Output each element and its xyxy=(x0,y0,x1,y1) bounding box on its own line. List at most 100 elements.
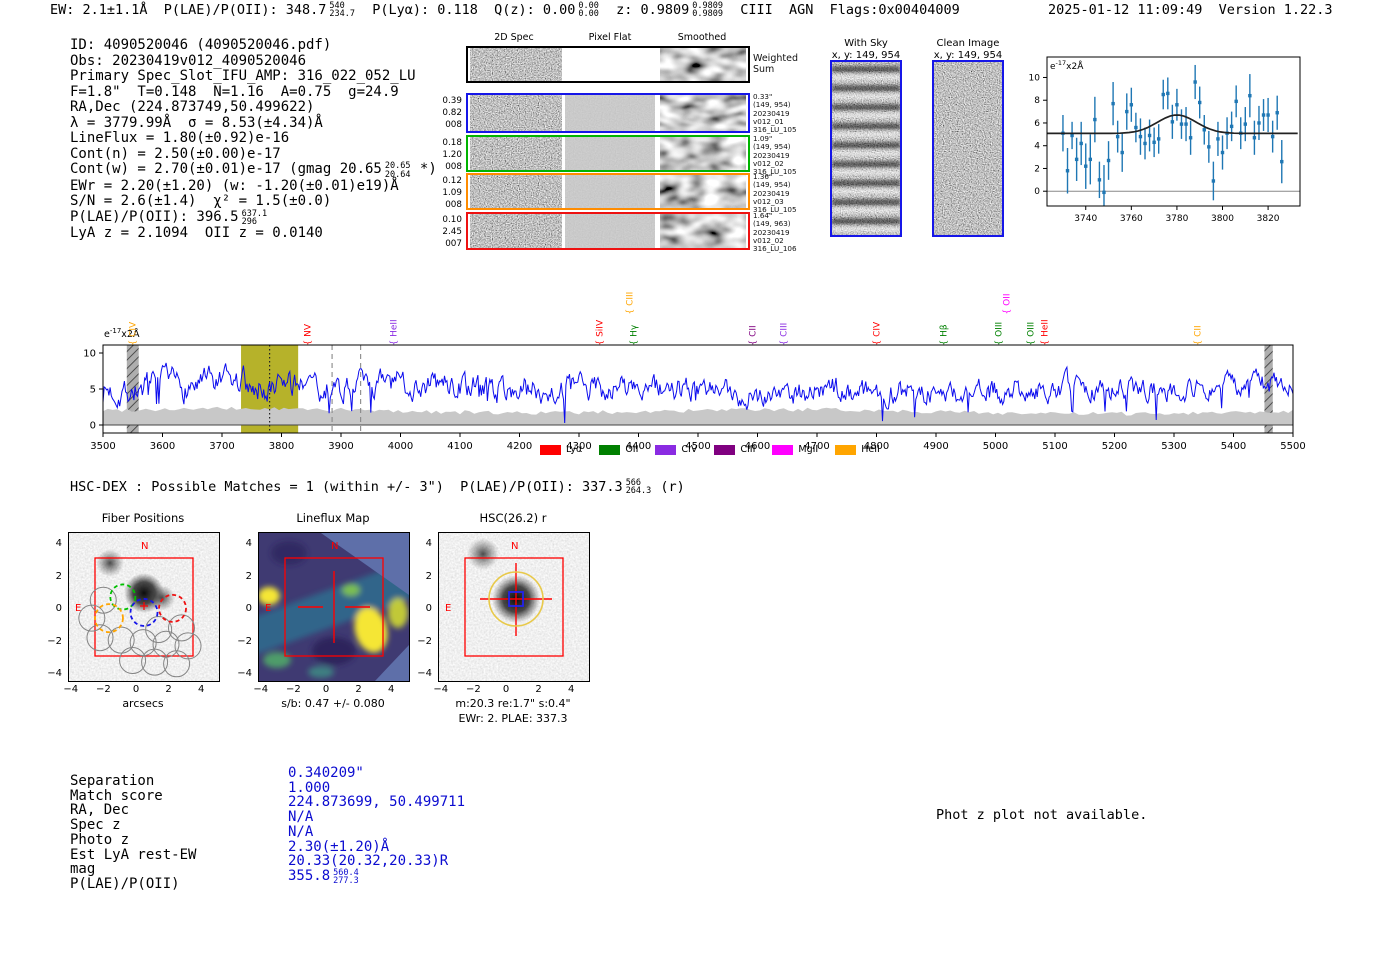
north-label: N xyxy=(511,541,518,552)
spec2d-left-value: 008 xyxy=(445,162,462,173)
noise-texture xyxy=(660,214,746,248)
info-text: Obs: 20230419v012_4090520046 xyxy=(70,52,307,69)
spec2d-row-annotation: 1.64" (149, 963) 20230419 v012_02 316_LU_106 xyxy=(753,211,801,253)
legend-item: MgII xyxy=(772,444,818,455)
spec2d-row-left-labels: 0.18 1.20 008 xyxy=(434,137,462,174)
sky-stripe xyxy=(832,161,900,168)
sky-stripe xyxy=(832,180,900,187)
header-fraction: 540 234.7 xyxy=(329,2,355,20)
spec2d-row xyxy=(466,93,750,133)
data-point xyxy=(1257,121,1261,125)
data-point xyxy=(1193,80,1197,84)
data-point xyxy=(1070,133,1074,138)
lineflux-map-panel-x-tick: 2 xyxy=(355,684,362,695)
fiber-positions-panel-y-tick: 0 xyxy=(55,603,62,615)
y-tick-label: 6 xyxy=(1034,119,1040,129)
data-point xyxy=(1184,122,1188,126)
legend-item: OII xyxy=(599,444,638,455)
info-line: Primary Spec_Slot_IFU_AMP: 316_022_052_L… xyxy=(70,69,437,85)
data-point xyxy=(1120,150,1124,155)
x-tick-label: 5200 xyxy=(1102,441,1127,452)
info-text: ID: 4090520046 (4090520046.pdf) xyxy=(70,37,332,53)
info-line: F=1.8" T=0.148 N=1.16 A=0.75 g=24.9 xyxy=(70,84,437,101)
info-line: S/N = 2.6(±1.4) χ² = 1.5(±0.0) xyxy=(70,194,437,210)
spec2d-left-value: 1.09 xyxy=(442,188,462,199)
data-point xyxy=(1147,133,1152,138)
hsc-r-panel-y-tick: 0 xyxy=(425,603,432,615)
data-point xyxy=(1270,134,1275,139)
legend-label: OII xyxy=(625,444,639,455)
y-tick-label: 10 xyxy=(83,349,96,360)
spec2d-left-value: 008 xyxy=(445,120,462,131)
spec2d-row-annotation: 0.33" (149, 954) 20230419 v012_01 316_LU_105 xyxy=(753,92,801,134)
noise-texture xyxy=(470,214,562,248)
data-point xyxy=(1275,111,1279,115)
match-value-text: 2.30(±1.20)Å xyxy=(288,838,390,855)
emission-line-label: { SiIV xyxy=(595,319,606,346)
x-tick-label: 4100 xyxy=(447,441,472,452)
spec2d-row-left-labels: 0.12 1.09 008 xyxy=(434,175,462,212)
header-sub: 234.7 xyxy=(329,9,355,20)
lineflux-map-panel-y-tick: −2 xyxy=(237,635,252,647)
spec2d-col-header: 2D Spec xyxy=(494,32,534,43)
match-value-text: 1.000 xyxy=(288,779,331,796)
noise-texture xyxy=(470,48,562,81)
photz-note: Phot z plot not available. xyxy=(936,807,1148,823)
data-point xyxy=(1106,158,1111,163)
x-tick-label: 4000 xyxy=(388,441,413,452)
data-point xyxy=(1102,190,1106,195)
data-point xyxy=(1129,103,1134,107)
y-tick-label: 2 xyxy=(1034,164,1040,174)
spec2d-left-value: 0.82 xyxy=(442,108,462,119)
lineflux-map-panel-y-tick: 2 xyxy=(245,570,252,582)
data-point xyxy=(1179,122,1184,126)
info-text: *) xyxy=(411,161,437,178)
emission-line-label: { CIV xyxy=(128,321,139,346)
info-text: RA,Dec (224.873749,50.499622) xyxy=(70,99,315,116)
info-line: Cont(w) = 2.70(±0.01)e-17 (gmag 20.65 20.… xyxy=(70,161,437,179)
spec2d-left-value: 1.20 xyxy=(442,150,462,161)
lineflux-map-panel-y-tick: 4 xyxy=(245,538,252,549)
legend-item: HeII xyxy=(835,444,880,455)
lineflux-map-panel-x-tick: 0 xyxy=(322,684,330,695)
data-point xyxy=(1115,134,1120,139)
spec2d-row-left-labels: 0.39 0.82 008 xyxy=(434,95,462,132)
header-text: CIII AGN Flags:0x00404009 xyxy=(724,2,960,18)
data-point xyxy=(1161,92,1165,97)
emission-line-label: { CIV xyxy=(872,321,883,346)
noise-texture xyxy=(470,137,562,170)
info-text: Cont(n) = 2.50(±0.00)e-17 xyxy=(70,145,281,162)
header-text: EW: 2.1±1.1Å P(LAE)/P(OII): 348.7 xyxy=(50,2,327,18)
spec2d-col-header: Smoothed xyxy=(677,32,727,43)
spec2d-annotation-line: Sum xyxy=(753,64,775,75)
flux-blob xyxy=(388,598,408,628)
x-tick-label: 3500 xyxy=(90,441,115,452)
spec2d-left-value: 007 xyxy=(445,239,462,250)
match-value-text: 224.873699, 50.499711 xyxy=(288,794,466,811)
sky-stripe xyxy=(832,199,900,206)
sky-stripe-bright xyxy=(832,132,900,137)
data-point xyxy=(1138,134,1143,139)
match-value-text: N/A xyxy=(288,823,314,840)
match-table-label: Est LyA rest-EW xyxy=(70,846,197,863)
data-point xyxy=(1084,164,1088,168)
data-point xyxy=(1243,122,1247,126)
data-point xyxy=(1170,120,1175,124)
info-line: ID: 4090520046 (4090520046.pdf) xyxy=(70,37,437,54)
fiber-positions-panel-image: NE xyxy=(68,532,220,682)
spec2d-image xyxy=(470,95,562,131)
x-tick-label: 5400 xyxy=(1221,441,1246,452)
withsky-cutout-title: With Sky xyxy=(844,38,888,49)
clean-cutout-noise xyxy=(934,62,1002,235)
fiber-positions-panel-y-tick: 4 xyxy=(55,538,62,549)
data-point xyxy=(1188,136,1193,140)
lineflux-map-panel-x-tick: −4 xyxy=(253,684,269,695)
spec2d-left-value: 0.12 xyxy=(442,176,462,186)
spec2d-image xyxy=(565,95,655,131)
info-fraction: 20.65 20.64 xyxy=(385,162,411,179)
legend-swatch xyxy=(599,444,621,455)
data-point xyxy=(1152,140,1156,145)
data-point xyxy=(1156,137,1161,141)
header-text: P(Lyα): 0.118 Q(z): 0.00 xyxy=(355,2,576,18)
spec2d-image xyxy=(470,214,562,248)
